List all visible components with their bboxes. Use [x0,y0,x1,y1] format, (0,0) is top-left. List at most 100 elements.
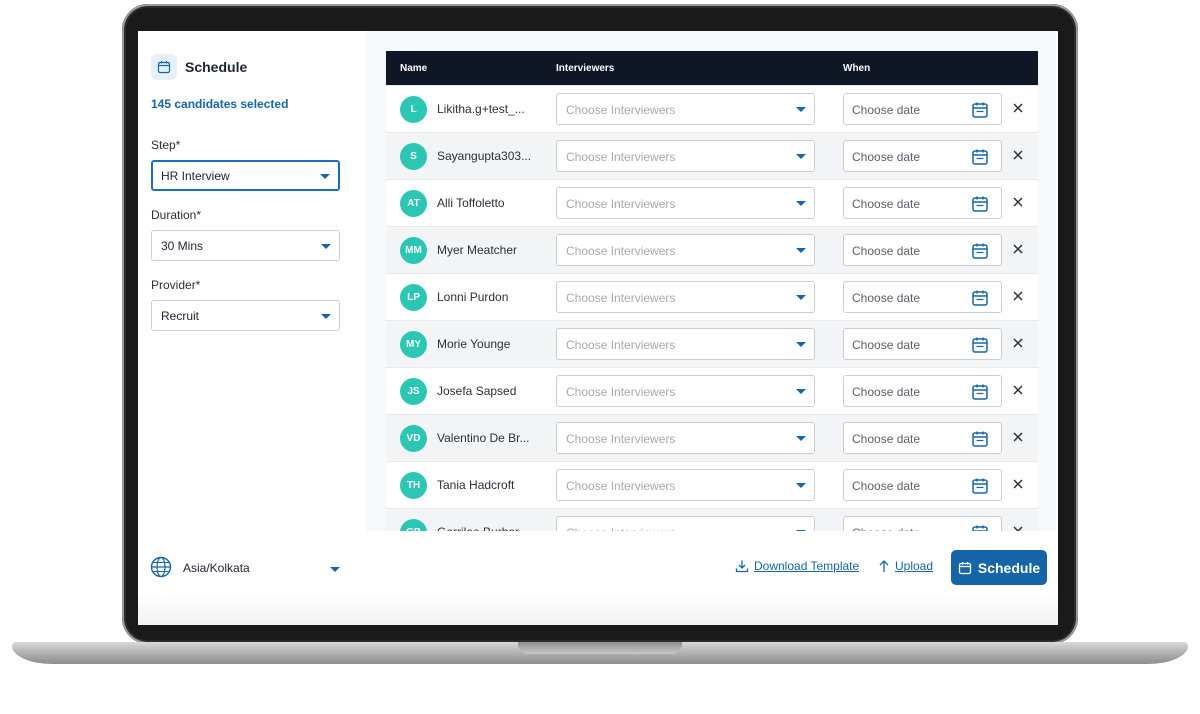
table-row: AT Alli Toffoletto Choose Interviewers Choo… [386,179,1038,226]
interviewers-select[interactable]: Choose Interviewers [556,375,815,407]
duration-label: Duration* [151,208,202,222]
interviewers-placeholder: Choose Interviewers [566,291,676,305]
interviewers-placeholder: Choose Interviewers [566,150,676,164]
date-picker[interactable]: Choose date [843,375,1002,407]
upload-link[interactable]: Upload [878,559,933,573]
table-row: JS Josefa Sapsed Choose Interviewers Choose… [386,367,1038,414]
chevron-down-icon [796,201,806,206]
interviewers-select[interactable]: Choose Interviewers [556,516,815,531]
date-picker[interactable]: Choose date [843,516,1002,531]
date-placeholder: Choose date [852,103,921,117]
provider-value: Recruit [161,308,200,323]
chevron-down-icon [796,107,806,112]
interviewers-select[interactable]: Choose Interviewers [556,93,815,125]
date-picker[interactable]: Choose date [843,140,1002,172]
close-icon[interactable] [1010,523,1026,531]
sidebar-header: Schedule [151,54,247,80]
calendar-icon[interactable] [971,289,989,310]
close-icon[interactable] [1010,335,1026,351]
interviewers-select[interactable]: Choose Interviewers [556,187,815,219]
candidate-name: Likitha.g+test_... [437,102,525,116]
calendar-icon[interactable] [971,336,989,357]
chevron-down-icon [796,295,806,300]
candidate-name: Morie Younge [437,337,511,351]
date-placeholder: Choose date [852,432,921,446]
interviewers-select[interactable]: Choose Interviewers [556,422,815,454]
interviewers-placeholder: Choose Interviewers [566,338,676,352]
date-picker[interactable]: Choose date [843,469,1002,501]
avatar: GB [400,519,427,531]
date-picker[interactable]: Choose date [843,328,1002,360]
table-row: TH Tania Hadcroft Choose Interviewers Choos… [386,461,1038,508]
calendar-icon[interactable] [971,148,989,169]
duration-select[interactable]: 30 Mins [151,230,340,261]
provider-label: Provider* [151,278,201,292]
step-select[interactable]: HR Interview [151,160,340,191]
avatar: MY [400,331,427,358]
upload-label: Upload [895,559,934,573]
table-row: VD Valentino De Br... Choose Interviewers C… [386,414,1038,461]
column-when: When [843,63,871,74]
download-icon [735,560,749,573]
date-picker[interactable]: Choose date [843,281,1002,313]
table-header: Name Interviewers When [386,51,1038,85]
schedule-button[interactable]: Schedule [951,550,1047,585]
table-row: S Sayangupta303... Choose Interviewers Choo… [386,132,1038,179]
candidate-name: Lonni Purdon [437,290,509,304]
candidate-name: Sayangupta303... [437,149,532,163]
close-icon[interactable] [1010,288,1026,304]
date-placeholder: Choose date [852,291,921,305]
footer-shadow [138,593,1058,625]
calendar-icon[interactable] [971,383,989,404]
download-template-label: Download Template [754,559,860,573]
interviewers-select[interactable]: Choose Interviewers [556,140,815,172]
avatar: TH [400,472,427,499]
chevron-down-icon [321,313,331,319]
table-row: MM Myer Meatcher Choose Interviewers Choose… [386,226,1038,273]
interviewers-select[interactable]: Choose Interviewers [556,469,815,501]
calendar-icon[interactable] [971,430,989,451]
candidate-name: Alli Toffoletto [437,196,505,210]
close-icon[interactable] [1010,241,1026,257]
chevron-down-icon [796,389,806,394]
interviewers-select[interactable]: Choose Interviewers [556,328,815,360]
date-picker[interactable]: Choose date [843,187,1002,219]
close-icon[interactable] [1010,382,1026,398]
close-icon[interactable] [1010,147,1026,163]
date-picker[interactable]: Choose date [843,234,1002,266]
chevron-down-icon [796,248,806,253]
candidate-name: Tania Hadcroft [437,478,515,492]
chevron-down-icon [320,173,330,179]
page-title: Schedule [185,59,248,75]
chevron-down-icon [330,567,340,572]
close-icon[interactable] [1010,194,1026,210]
close-icon[interactable] [1010,100,1026,116]
interviewers-placeholder: Choose Interviewers [566,385,676,399]
interviewers-select[interactable]: Choose Interviewers [556,234,815,266]
candidate-name: Myer Meatcher [437,243,518,257]
close-icon[interactable] [1010,476,1026,492]
chevron-down-icon [796,342,806,347]
timezone-select[interactable]: Asia/Kolkata [150,556,342,580]
calendar-icon[interactable] [971,524,989,531]
calendar-icon[interactable] [971,101,989,122]
table-row: LP Lonni Purdon Choose Interviewers Choose … [386,273,1038,320]
chevron-down-icon [796,436,806,441]
date-picker[interactable]: Choose date [843,93,1002,125]
table-row: GBGerrilee BurborChoose InterviewersChoo… [386,508,1038,531]
interviewers-placeholder: Choose Interviewers [566,244,676,258]
calendar-icon[interactable] [971,242,989,263]
avatar: JS [400,378,427,405]
date-placeholder: Choose date [852,385,921,399]
calendar-icon [958,561,972,574]
download-template-link[interactable]: Download Template [735,559,859,573]
calendar-icon[interactable] [971,477,989,498]
close-icon[interactable] [1010,429,1026,445]
provider-select[interactable]: Recruit [151,300,340,331]
interviewers-select[interactable]: Choose Interviewers [556,281,815,313]
candidates-table: Name Interviewers When L Likitha.g+test_.… [366,31,1056,531]
date-picker[interactable]: Choose date [843,422,1002,454]
column-interviewers: Interviewers [556,63,615,74]
avatar: VD [400,425,427,452]
calendar-icon[interactable] [971,195,989,216]
